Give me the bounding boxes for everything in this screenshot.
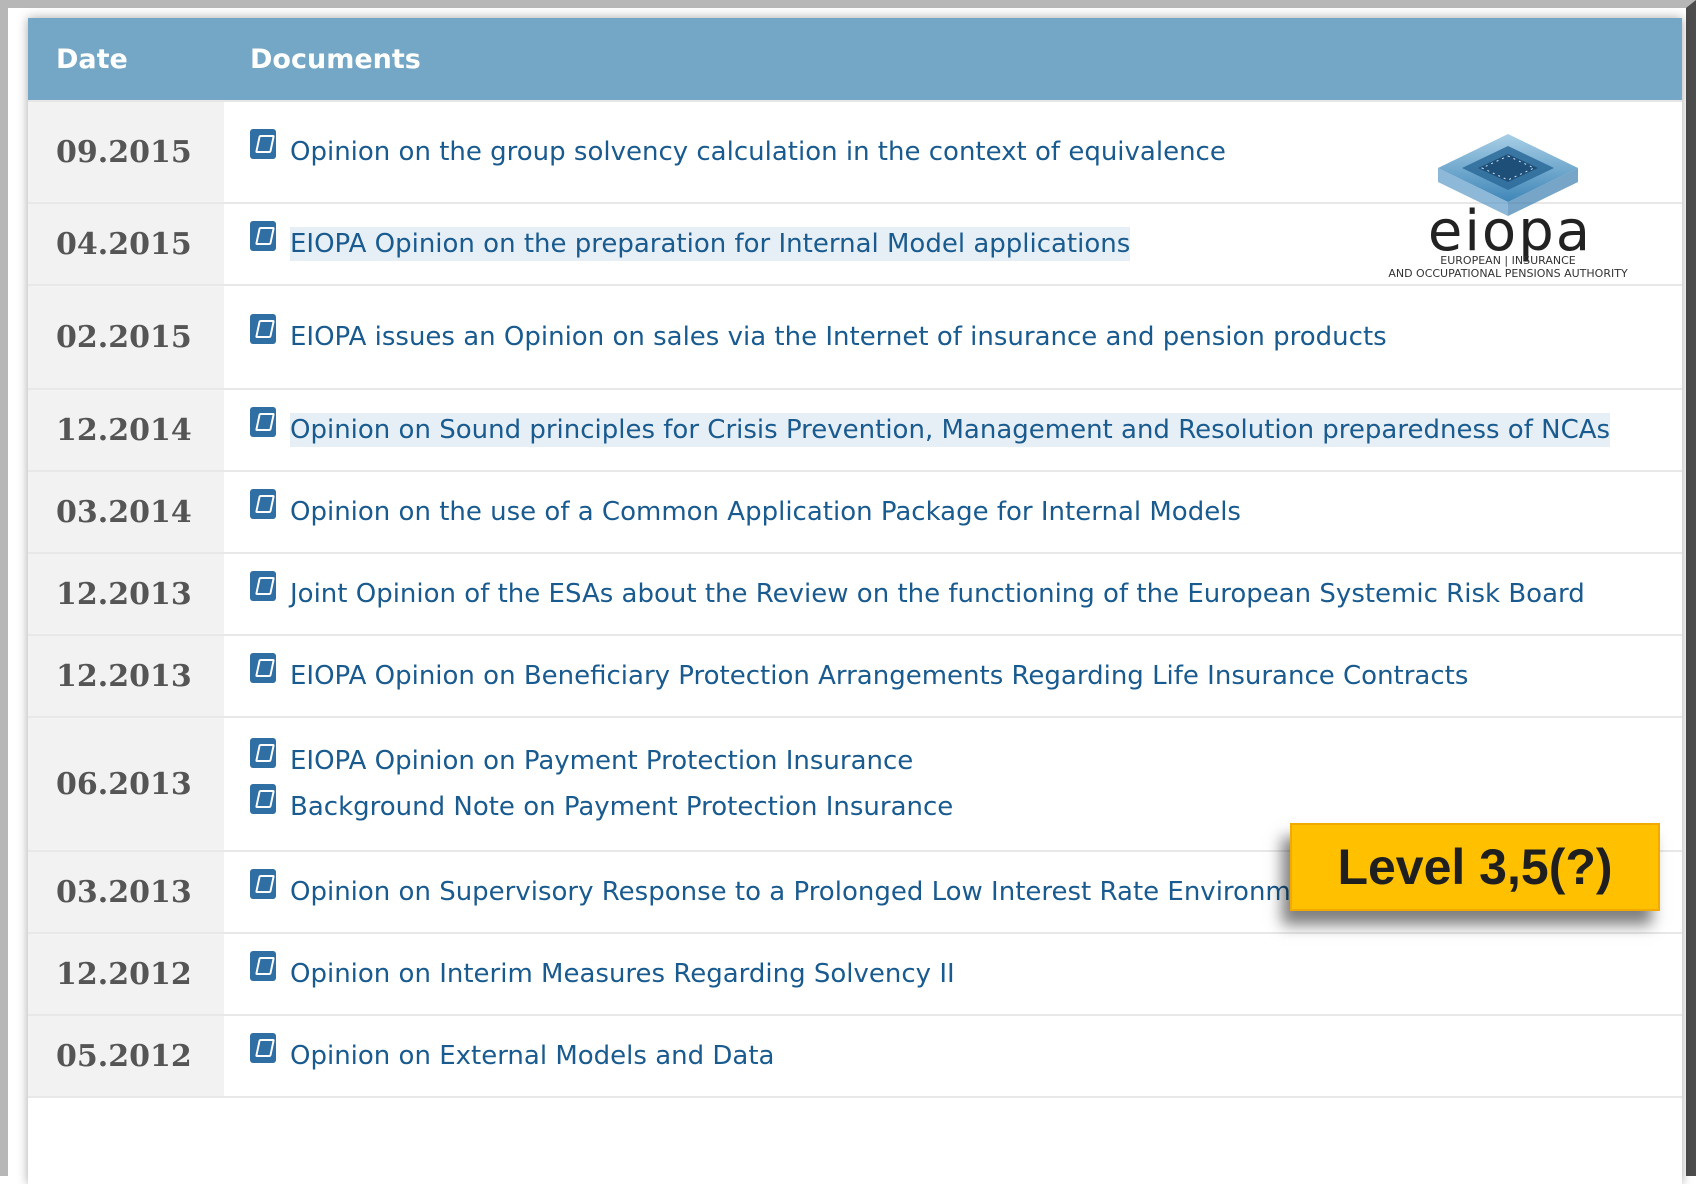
row-date: 09.2015	[28, 101, 224, 204]
document-link[interactable]: Joint Opinion of the ESAs about the Revi…	[290, 579, 1585, 609]
document-link[interactable]: Opinion on the group solvency calculatio…	[290, 137, 1226, 167]
row-date: 12.2013	[28, 553, 224, 636]
table-row: 05.2012 Opinion on External Models and Da…	[28, 1015, 1682, 1098]
row-documents: Opinion on the use of a Common Applicati…	[224, 471, 1682, 554]
document-link[interactable]: Opinion on Sound principles for Crisis P…	[290, 413, 1611, 447]
row-documents: Joint Opinion of the ESAs about the Revi…	[224, 553, 1682, 636]
row-date: 12.2014	[28, 389, 224, 472]
pdf-icon[interactable]	[250, 314, 276, 344]
documents-column-header: Documents	[224, 18, 1682, 102]
row-documents: Opinion on External Models and Data	[224, 1015, 1682, 1098]
document-link[interactable]: Opinion on External Models and Data	[290, 1041, 774, 1071]
row-date: 12.2013	[28, 635, 224, 718]
row-date: 03.2014	[28, 471, 224, 554]
table-header-row: Date Documents	[28, 18, 1682, 102]
pdf-icon[interactable]	[250, 784, 276, 814]
table-row: 12.2014 Opinion on Sound principles for C…	[28, 389, 1682, 472]
document-link[interactable]: Opinion on Supervisory Response to a Pro…	[290, 877, 1333, 907]
table-row: 02.2015 EIOPA issues an Opinion on sales …	[28, 285, 1682, 390]
pdf-icon[interactable]	[250, 1033, 276, 1063]
document-link[interactable]: EIOPA Opinion on Beneficiary Protection …	[290, 661, 1468, 691]
row-date: 04.2015	[28, 203, 224, 286]
document-item: EIOPA issues an Opinion on sales via the…	[250, 314, 1681, 360]
row-date: 02.2015	[28, 285, 224, 390]
row-documents: EIOPA issues an Opinion on sales via the…	[224, 285, 1682, 390]
screenshot-frame: Date Documents 09.2015 Opinion on the gro…	[0, 0, 1696, 1184]
document-link[interactable]: Background Note on Payment Protection In…	[290, 792, 953, 822]
document-link[interactable]: EIOPA Opinion on the preparation for Int…	[290, 227, 1131, 261]
document-item: Opinion on External Models and Data	[250, 1033, 1681, 1079]
pdf-icon[interactable]	[250, 869, 276, 899]
row-date: 03.2013	[28, 851, 224, 934]
document-item: EIOPA Opinion on Beneficiary Protection …	[250, 653, 1681, 699]
pdf-icon[interactable]	[250, 221, 276, 251]
logo-wordmark: eiopa	[1427, 199, 1593, 264]
table-row: 03.2014 Opinion on the use of a Common Ap…	[28, 471, 1682, 554]
pdf-icon[interactable]	[250, 571, 276, 601]
pdf-icon[interactable]	[250, 489, 276, 519]
row-date: 06.2013	[28, 717, 224, 852]
table-row: 12.2012 Opinion on Interim Measures Regar…	[28, 933, 1682, 1016]
table-row: 12.2013 Joint Opinion of the ESAs about t…	[28, 553, 1682, 636]
row-documents: Opinion on Interim Measures Regarding So…	[224, 933, 1682, 1016]
row-documents: Opinion on Sound principles for Crisis P…	[224, 389, 1682, 472]
level-badge: Level 3,5(?)	[1290, 823, 1660, 911]
row-date: 12.2012	[28, 933, 224, 1016]
row-date: 05.2012	[28, 1015, 224, 1098]
table-row: 12.2013 EIOPA Opinion on Beneficiary Prot…	[28, 635, 1682, 718]
documents-panel: Date Documents 09.2015 Opinion on the gro…	[28, 18, 1682, 1184]
pdf-icon[interactable]	[250, 738, 276, 768]
document-item: Opinion on Sound principles for Crisis P…	[250, 407, 1681, 453]
logo-subtitle-1: EUROPEAN | INSURANCE	[1440, 254, 1576, 267]
document-link[interactable]: Opinion on Interim Measures Regarding So…	[290, 959, 955, 989]
document-link[interactable]: Opinion on the use of a Common Applicati…	[290, 497, 1241, 527]
document-link[interactable]: EIOPA Opinion on Payment Protection Insu…	[290, 746, 913, 776]
pdf-icon[interactable]	[250, 653, 276, 683]
pdf-icon[interactable]	[250, 951, 276, 981]
eiopa-logo: eiopa EUROPEAN | INSURANCE AND OCCUPATIO…	[1358, 126, 1658, 296]
document-item: EIOPA Opinion on Payment Protection Insu…	[250, 738, 1681, 784]
document-link[interactable]: EIOPA issues an Opinion on sales via the…	[290, 322, 1387, 352]
document-item: Opinion on the use of a Common Applicati…	[250, 489, 1681, 535]
pdf-icon[interactable]	[250, 129, 276, 159]
date-column-header: Date	[28, 18, 224, 102]
pdf-icon[interactable]	[250, 407, 276, 437]
row-documents: EIOPA Opinion on Beneficiary Protection …	[224, 635, 1682, 718]
document-item: Opinion on Interim Measures Regarding So…	[250, 951, 1681, 997]
logo-subtitle-2: AND OCCUPATIONAL PENSIONS AUTHORITY	[1388, 267, 1628, 280]
document-item: Joint Opinion of the ESAs about the Revi…	[250, 571, 1681, 617]
